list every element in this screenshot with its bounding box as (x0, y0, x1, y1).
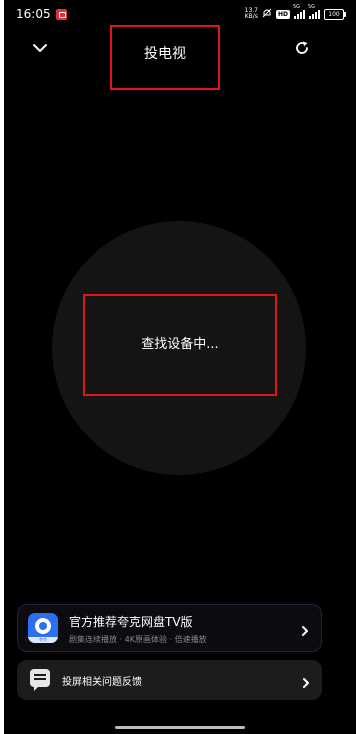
refresh-icon[interactable] (294, 40, 310, 56)
chevron-right-icon (300, 674, 312, 688)
status-indicators: 13.7 KB/s HD 5G 5G 100 (244, 4, 346, 22)
signal-icon-sim2: 5G (308, 4, 320, 19)
cast-screen: 16:05 13.7 KB/s HD 5G 5G 100 投电视 查找设备中..… (4, 0, 356, 734)
quark-tv-promo-card[interactable]: 夸克 官方推荐夸克网盘TV版 剧集连续播放 · 4K原画体验 · 倍速播放 (17, 604, 322, 652)
chevron-down-icon[interactable] (32, 40, 48, 56)
searching-status-text: 查找设备中... (141, 337, 219, 352)
mute-icon (262, 8, 272, 21)
promo-title: 官方推荐夸克网盘TV版 (69, 615, 193, 629)
battery-icon: 100 (324, 8, 346, 20)
promo-subtitle: 剧集连续播放 · 4K原画体验 · 倍速播放 (69, 635, 207, 644)
signal-icon-sim1: 5G (293, 4, 305, 19)
page-title: 投电视 (144, 46, 186, 62)
feedback-message-icon (30, 669, 50, 691)
status-time: 16:05 (16, 7, 51, 21)
chevron-right-icon (299, 622, 311, 636)
title-highlight-box: 投电视 (110, 25, 220, 90)
cast-feedback-card[interactable]: 投屏相关问题反馈 (17, 660, 322, 700)
network-speed: 13.7 KB/s (244, 7, 258, 20)
notification-app-icon (56, 9, 67, 20)
hd-badge: HD (275, 9, 290, 19)
searching-highlight-box: 查找设备中... (83, 294, 277, 396)
home-indicator[interactable] (115, 726, 245, 729)
feedback-label: 投屏相关问题反馈 (62, 677, 142, 688)
quark-tv-app-logo: 夸克 (28, 613, 58, 643)
